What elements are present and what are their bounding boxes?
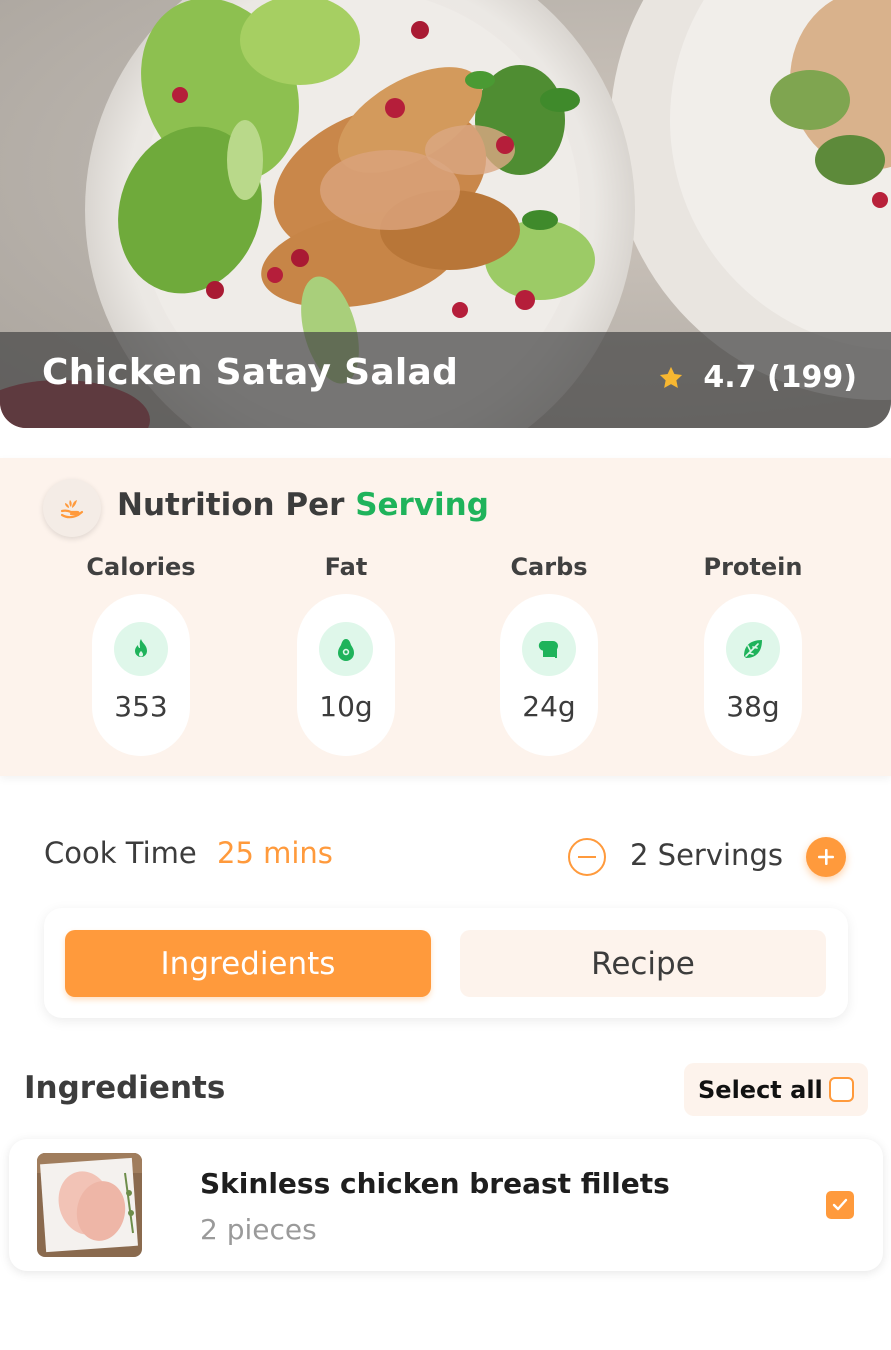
ingredient-thumbnail [37,1153,142,1257]
plus-icon [818,849,834,865]
nutrition-pill: 38g [704,594,802,756]
recipe-title: Chicken Satay Salad [42,352,459,393]
nutrition-item-fat: Fat 10g [276,550,416,756]
nutrition-value: 24g [522,690,576,723]
nutrition-pill: 10g [297,594,395,756]
nutrition-title: Nutrition Per Serving [117,487,489,523]
select-all-label: Select all [698,1075,823,1104]
nutrition-label: Carbs [510,553,588,581]
select-all-button[interactable]: Select all [684,1063,868,1116]
recipe-hero-image: Chicken Satay Salad 4.7 (199) [0,0,891,428]
bread-icon [522,622,576,676]
nutrition-value: 38g [726,690,780,723]
cook-time-value: 25 mins [217,836,333,870]
leaf-icon [726,622,780,676]
nutrition-item-carbs: Carbs 24g [479,550,619,756]
nutrition-title-prefix: Nutrition Per [117,487,356,523]
nutrition-pill: 353 [92,594,190,756]
recipe-rating: 4.7 (199) [657,360,857,395]
ingredient-checkbox[interactable] [826,1191,854,1219]
minus-icon [578,856,596,858]
increase-servings-button[interactable] [806,837,846,877]
avocado-icon [319,622,373,676]
nutrition-label: Fat [324,553,368,581]
rating-text: 4.7 (199) [703,360,857,395]
nutrition-item-calories: Calories 353 [71,550,211,756]
tab-ingredients[interactable]: Ingredients [65,930,431,997]
ingredient-quantity: 2 pieces [200,1213,317,1246]
nutrition-label: Protein [703,553,803,581]
star-icon [660,366,683,388]
check-icon [832,1198,848,1211]
nutrition-title-highlight: Serving [355,487,489,523]
ingredient-name: Skinless chicken breast fillets [200,1167,670,1200]
ingredients-heading: Ingredients [24,1070,226,1106]
nutrition-item-protein: Protein 38g [683,550,823,756]
decrease-servings-button[interactable] [568,838,606,876]
servings-count: 2 Servings [630,838,783,872]
tab-recipe[interactable]: Recipe [460,930,826,997]
cook-time-label: Cook Time [44,836,197,870]
hand-leaf-icon [43,479,101,537]
nutrition-value: 10g [319,690,373,723]
ingredient-item[interactable]: Skinless chicken breast fillets 2 pieces [9,1139,883,1271]
content-tabs: Ingredients Recipe [44,908,848,1018]
flame-icon [114,622,168,676]
nutrition-label: Calories [86,553,196,581]
nutrition-pill: 24g [500,594,598,756]
select-all-checkbox[interactable] [829,1077,854,1102]
nutrition-value: 353 [114,690,168,723]
